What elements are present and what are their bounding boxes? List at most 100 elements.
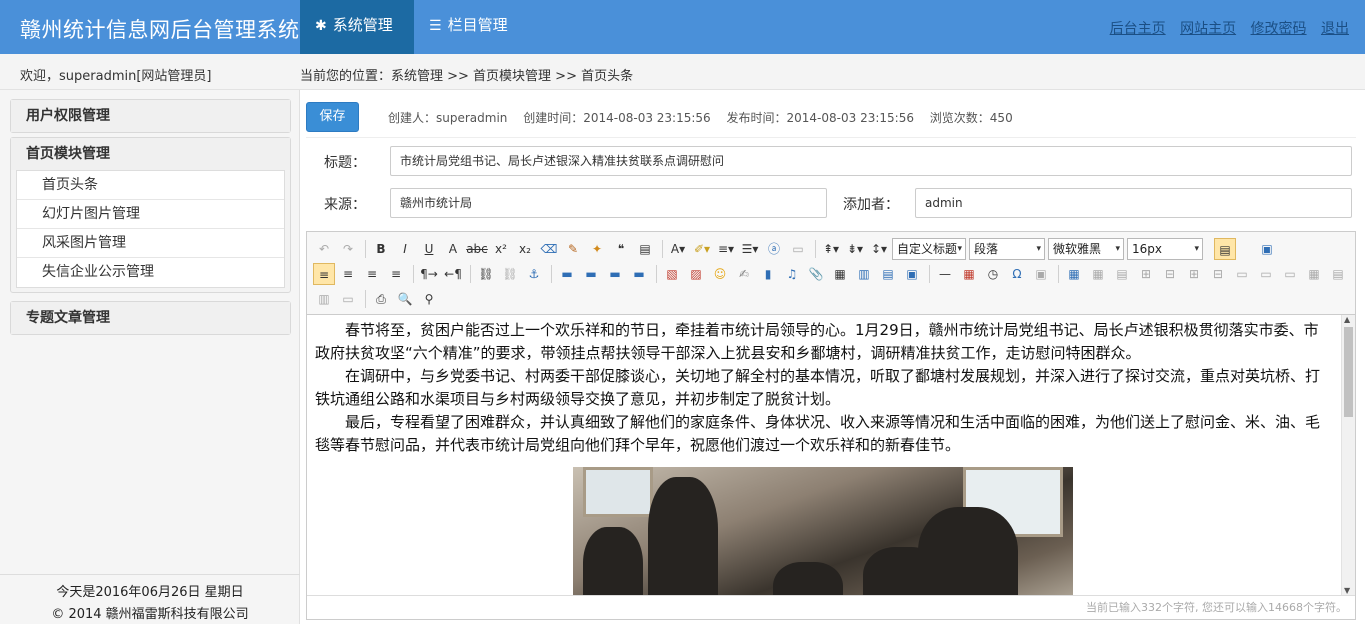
highlight-icon[interactable]: ✐▾ [691, 238, 713, 260]
underline-icon[interactable]: U [418, 238, 440, 260]
sidebar-section-title[interactable]: 首页模块管理 [11, 138, 290, 170]
image-center-icon[interactable]: ▬ [628, 263, 650, 285]
adder-input[interactable]: admin [915, 188, 1352, 218]
gmap-icon[interactable]: ▥ [853, 263, 875, 285]
row-spacing-bottom-icon[interactable]: ⇟▾ [844, 238, 866, 260]
delete-row-icon[interactable]: ⊟ [1159, 263, 1181, 285]
webapp-icon[interactable]: ▣ [901, 263, 923, 285]
align-center-icon[interactable]: ≡ [337, 263, 359, 285]
bold-icon[interactable]: B [370, 238, 392, 260]
source-code-icon[interactable]: ▤ [1214, 238, 1236, 260]
font-color-icon[interactable]: A▾ [667, 238, 689, 260]
split-rows-icon[interactable]: ▤ [1327, 263, 1349, 285]
delete-col-icon[interactable]: ⊟ [1207, 263, 1229, 285]
sidebar-item-slideshow[interactable]: 幻灯片图片管理 [17, 200, 284, 229]
link-change-password[interactable]: 修改密码 [1251, 21, 1307, 37]
sidebar-item-dishonest-enterprises[interactable]: 失信企业公示管理 [17, 258, 284, 287]
image-right-icon[interactable]: ▬ [604, 263, 626, 285]
font-family-select[interactable]: 微软雅黑 [1048, 238, 1124, 260]
merge-down-icon[interactable]: ▭ [1279, 263, 1301, 285]
insert-table-icon[interactable]: ▦ [1063, 263, 1085, 285]
sidebar-section-title[interactable]: 专题文章管理 [11, 302, 290, 334]
editor-scrollbar[interactable]: ▲ ▼ [1341, 315, 1355, 595]
snapscreen-icon[interactable]: ▣ [1030, 263, 1052, 285]
map-icon[interactable]: ▦ [829, 263, 851, 285]
rtl-icon[interactable]: ←¶ [442, 263, 464, 285]
paste-text-icon[interactable]: ▤ [634, 238, 656, 260]
line-height-icon[interactable]: ↕▾ [868, 238, 890, 260]
special-chars-icon[interactable]: Ω [1006, 263, 1028, 285]
font-border-icon[interactable]: Ａ [442, 238, 464, 260]
attachment-icon[interactable]: 📎 [805, 263, 827, 285]
undo-icon[interactable]: ↶ [313, 238, 335, 260]
split-cols-icon[interactable]: ▥ [313, 288, 335, 310]
insert-row-icon[interactable]: ⊞ [1135, 263, 1157, 285]
align-justify-icon[interactable]: ≡ [385, 263, 407, 285]
scroll-thumb[interactable] [1344, 327, 1353, 417]
auto-format-icon[interactable]: ✦ [586, 238, 608, 260]
template-icon[interactable]: ▭ [337, 288, 359, 310]
sidebar-section-title[interactable]: 用户权限管理 [11, 100, 290, 132]
print-icon[interactable]: ⎙ [370, 288, 392, 310]
time-icon[interactable]: ◷ [982, 263, 1004, 285]
image-none-icon[interactable]: ▬ [556, 263, 578, 285]
scrawl-icon[interactable]: ✍ [733, 263, 755, 285]
sidebar-section-special-articles[interactable]: 专题文章管理 [10, 301, 291, 335]
link-logout[interactable]: 退出 [1321, 21, 1349, 37]
source-input[interactable]: 赣州市统计局 [390, 188, 827, 218]
scroll-down-icon[interactable]: ▼ [1344, 586, 1350, 595]
redo-icon[interactable]: ↷ [337, 238, 359, 260]
italic-icon[interactable]: I [394, 238, 416, 260]
sidebar-item-headline[interactable]: 首页头条 [17, 171, 284, 200]
align-right-icon[interactable]: ≡ [361, 263, 383, 285]
insert-frame-icon[interactable]: ▤ [877, 263, 899, 285]
blockquote-icon[interactable]: ❝ [610, 238, 632, 260]
superscript-icon[interactable]: x² [490, 238, 512, 260]
delete-table-icon[interactable]: ▦ [1087, 263, 1109, 285]
fullscreen-icon[interactable]: ▣ [1256, 238, 1278, 260]
scroll-up-icon[interactable]: ▲ [1344, 315, 1350, 324]
merge-right-icon[interactable]: ▭ [1255, 263, 1277, 285]
emotion-icon[interactable]: ☺ [709, 263, 731, 285]
horizontal-rule-icon[interactable]: — [934, 263, 956, 285]
tab-column-management[interactable]: ☰ 栏目管理 [414, 0, 532, 54]
date-icon[interactable]: ▦ [958, 263, 980, 285]
unlink-icon[interactable]: ⛓ [499, 263, 521, 285]
merge-cells-icon[interactable]: ▭ [1231, 263, 1253, 285]
unordered-list-icon[interactable]: ☰▾ [739, 238, 761, 260]
eraser-icon[interactable]: ⌫ [538, 238, 560, 260]
search-replace-icon[interactable]: ⚲ [418, 288, 440, 310]
insert-video-icon[interactable]: ▮ [757, 263, 779, 285]
clear-doc-icon[interactable]: ▭ [787, 238, 809, 260]
insert-paragraph-before-table-icon[interactable]: ▤ [1111, 263, 1133, 285]
insert-col-icon[interactable]: ⊞ [1183, 263, 1205, 285]
ltr-icon[interactable]: ¶→ [418, 263, 440, 285]
music-icon[interactable]: ♫ [781, 263, 803, 285]
custom-title-select[interactable]: 自定义标题 [892, 238, 966, 260]
link-admin-home[interactable]: 后台主页 [1110, 21, 1166, 37]
content-photo[interactable] [573, 467, 1073, 595]
strikethrough-icon[interactable]: abc [466, 238, 488, 260]
title-input[interactable]: 市统计局党组书记、局长卢述银深入精准扶贫联系点调研慰问 [390, 146, 1352, 176]
subscript-icon[interactable]: x₂ [514, 238, 536, 260]
ordered-list-icon[interactable]: ≡▾ [715, 238, 737, 260]
preview-icon[interactable]: 🔍 [394, 288, 416, 310]
split-cells-icon[interactable]: ▦ [1303, 263, 1325, 285]
image-left-icon[interactable]: ▬ [580, 263, 602, 285]
link-icon[interactable]: ⛓ [475, 263, 497, 285]
paragraph-select[interactable]: 段落 [969, 238, 1045, 260]
format-painter-icon[interactable]: ✎ [562, 238, 584, 260]
multi-image-icon[interactable]: ▨ [685, 263, 707, 285]
select-all-icon[interactable]: ⓐ [763, 238, 785, 260]
link-site-home[interactable]: 网站主页 [1180, 21, 1236, 37]
sidebar-section-user-permissions[interactable]: 用户权限管理 [10, 99, 291, 133]
font-size-select[interactable]: 16px [1127, 238, 1203, 260]
insert-image-icon[interactable]: ▧ [661, 263, 683, 285]
row-spacing-top-icon[interactable]: ⇞▾ [820, 238, 842, 260]
save-button[interactable]: 保存 [306, 102, 359, 132]
editor-content[interactable]: 春节将至，贫困户能否过上一个欢乐祥和的节日，牵挂着市统计局领导的心。1月29日，… [307, 315, 1343, 595]
sidebar-item-gallery[interactable]: 风采图片管理 [17, 229, 284, 258]
anchor-icon[interactable]: ⚓ [523, 263, 545, 285]
align-left-icon[interactable]: ≡ [313, 263, 335, 285]
tab-system-management[interactable]: ✱ 系统管理 [300, 0, 414, 54]
